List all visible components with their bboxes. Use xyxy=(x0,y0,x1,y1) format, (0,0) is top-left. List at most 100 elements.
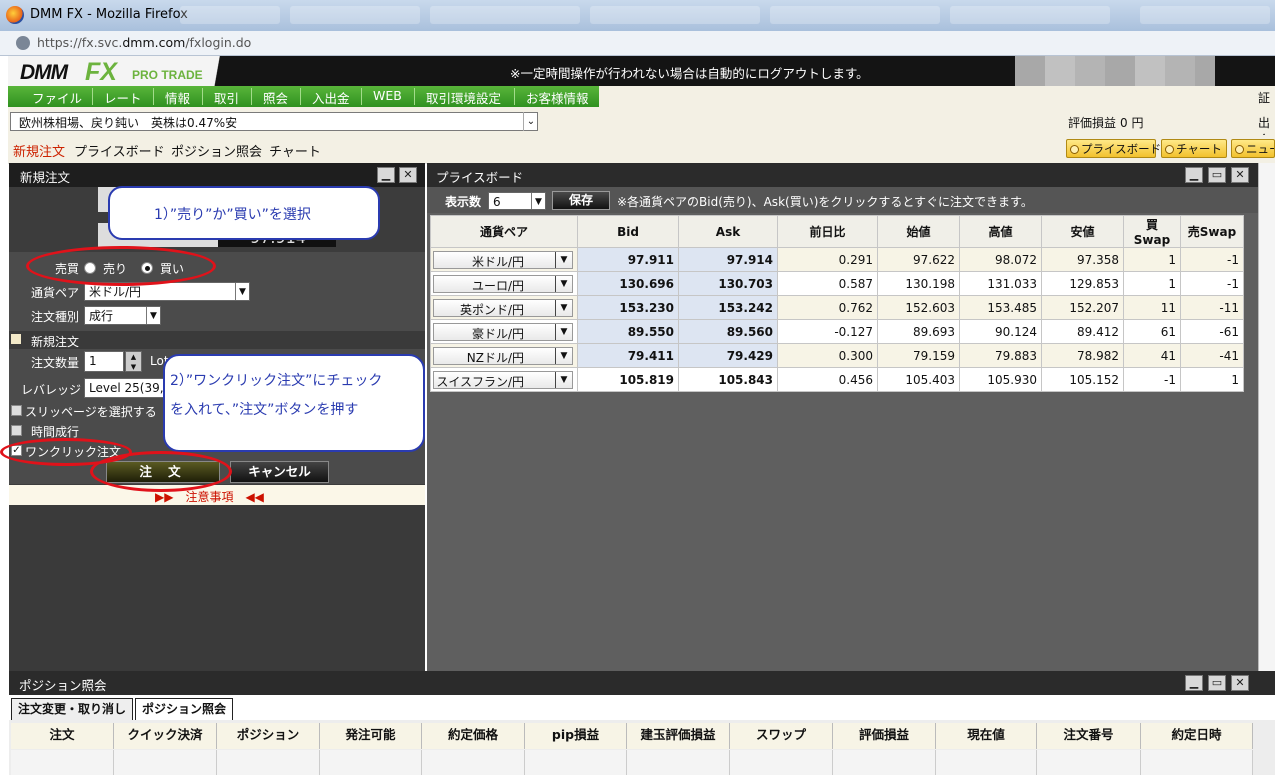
maximize-icon[interactable]: ▭ xyxy=(1208,167,1226,183)
menu-trade[interactable]: 取引 xyxy=(214,88,239,107)
pos-col-swap: スワップ xyxy=(730,723,833,749)
buy-swap-cell: 41 xyxy=(1123,343,1181,368)
pair-select[interactable]: 米ドル/円 ▼ xyxy=(433,250,573,269)
ask-cell[interactable]: 97.914 xyxy=(678,247,778,272)
section-marker xyxy=(11,334,21,344)
news-headline[interactable]: 欧州株相場、戻り鈍い 英株は0.47%安 xyxy=(19,114,237,131)
bid-cell[interactable]: 105.819 xyxy=(577,367,679,392)
browser-tab[interactable] xyxy=(430,6,580,24)
url-text[interactable]: https://fx.svc.dmm.com/fxlogin.do xyxy=(37,35,251,50)
col-pair: 通貨ペア xyxy=(430,215,578,248)
chevron-down-icon: ▼ xyxy=(555,275,572,292)
bid-cell[interactable]: 89.550 xyxy=(577,319,679,344)
menu-customer-info[interactable]: お客様情報 xyxy=(526,88,589,107)
buy-swap-cell: 11 xyxy=(1123,295,1181,320)
col-sell-swap: 売Swap xyxy=(1180,215,1244,248)
maximize-icon[interactable]: ▭ xyxy=(1208,675,1226,691)
col-change: 前日比 xyxy=(777,215,878,248)
quick-news-button[interactable]: ニュー xyxy=(1231,139,1275,158)
play-icon xyxy=(1235,145,1244,154)
pair-name: ユーロ/円 xyxy=(471,278,524,293)
browser-tab[interactable] xyxy=(770,6,940,24)
ask-cell[interactable]: 130.703 xyxy=(678,271,778,296)
pair-cell: スイスフラン/円 ▼ xyxy=(430,367,578,392)
quick-chart-button[interactable]: チャート xyxy=(1161,139,1227,158)
order-type-select[interactable]: 成行 ▼ xyxy=(84,306,161,325)
pair-select[interactable]: 英ポンド/円 ▼ xyxy=(433,298,573,317)
open-cell: 152.603 xyxy=(877,295,960,320)
menu-rate[interactable]: レート xyxy=(104,88,142,107)
pos-col-quick-close: クイック決済 xyxy=(114,723,217,749)
callout-step-2-line2: を入れて、”注文”ボタンを押す xyxy=(170,402,359,418)
ask-cell[interactable]: 153.242 xyxy=(678,295,778,320)
bid-cell[interactable]: 130.696 xyxy=(577,271,679,296)
ask-cell[interactable]: 79.429 xyxy=(678,343,778,368)
minimize-icon[interactable]: ▁ xyxy=(1185,675,1203,691)
pair-select[interactable]: NZドル/円 ▼ xyxy=(433,346,573,365)
ask-cell[interactable]: 105.843 xyxy=(678,367,778,392)
pos-col-position: ポジション xyxy=(217,723,320,749)
highlight-order-button xyxy=(90,451,232,492)
browser-tab[interactable] xyxy=(290,6,420,24)
pair-name: スイスフラン/円 xyxy=(436,374,524,389)
menu-separator xyxy=(300,88,301,105)
minimize-icon[interactable]: ▁ xyxy=(377,167,395,183)
bid-cell[interactable]: 79.411 xyxy=(577,343,679,368)
menu-trade-settings[interactable]: 取引環境設定 xyxy=(426,88,501,107)
sell-swap-cell: -41 xyxy=(1180,343,1244,368)
tab-new-order[interactable]: 新規注文 xyxy=(13,141,65,160)
tab-chart[interactable]: チャート xyxy=(269,141,321,160)
price-board-title: プライスボード xyxy=(436,170,524,185)
time-market-checkbox[interactable] xyxy=(11,425,22,436)
pair-select[interactable]: 豪ドル/円 ▼ xyxy=(433,322,573,341)
browser-tab[interactable] xyxy=(590,6,760,24)
minimize-icon[interactable]: ▁ xyxy=(1185,167,1203,183)
low-cell: 78.982 xyxy=(1041,343,1124,368)
close-icon[interactable]: ✕ xyxy=(1231,675,1249,691)
menu-inquiry[interactable]: 照会 xyxy=(263,88,288,107)
tab-price-board[interactable]: プライスボード xyxy=(74,141,165,160)
pos-empty-cell xyxy=(422,750,525,775)
pair-select[interactable]: ユーロ/円 ▼ xyxy=(433,274,573,293)
close-icon[interactable]: ✕ xyxy=(399,167,417,183)
save-button[interactable]: 保存 xyxy=(552,191,610,210)
tab-positions[interactable]: ポジション照会 xyxy=(135,698,234,720)
chevron-down-icon[interactable]: ⌄ xyxy=(523,112,538,131)
high-cell: 90.124 xyxy=(959,319,1042,344)
tab-position-inquiry[interactable]: ポジション照会 xyxy=(171,141,262,160)
quick-price-board-button[interactable]: プライスボード xyxy=(1066,139,1161,158)
menu-file[interactable]: ファイル xyxy=(32,88,82,107)
low-cell: 89.412 xyxy=(1041,319,1124,344)
menu-deposit[interactable]: 入出金 xyxy=(312,88,350,107)
chevron-down-icon: ▼ xyxy=(235,283,249,300)
display-count-select[interactable]: 6 ▼ xyxy=(488,192,546,210)
qty-stepper[interactable]: ▲ ▼ xyxy=(125,351,142,372)
browser-tab[interactable] xyxy=(950,6,1110,24)
qty-input[interactable]: 1 xyxy=(84,351,124,372)
close-icon[interactable]: ✕ xyxy=(1231,167,1249,183)
sell-swap-cell: -1 xyxy=(1180,271,1244,296)
pair-select[interactable]: スイスフラン/円 ▼ xyxy=(433,370,573,389)
browser-tab[interactable] xyxy=(180,6,280,24)
position-panel-title: ポジション照会 xyxy=(19,678,107,693)
slippage-checkbox[interactable] xyxy=(11,405,22,416)
bid-cell[interactable]: 97.911 xyxy=(577,247,679,272)
display-count-value: 6 xyxy=(493,195,501,209)
browser-tab[interactable] xyxy=(1140,6,1270,24)
menu-web[interactable]: WEB xyxy=(373,88,402,103)
cancel-button[interactable]: キャンセル xyxy=(230,461,329,483)
pos-col-order: 注文 xyxy=(11,723,114,749)
menu-info[interactable]: 情報 xyxy=(165,88,190,107)
chevron-down-icon: ▼ xyxy=(555,251,572,268)
table-row: 米ドル/円 ▼ 97.911 97.914 0.291 97.622 98.072… xyxy=(430,247,1244,272)
ask-cell[interactable]: 89.560 xyxy=(678,319,778,344)
table-row: 英ポンド/円 ▼ 153.230 153.242 0.762 152.603 15… xyxy=(430,295,1244,320)
menu-separator xyxy=(251,88,252,105)
chevron-down-icon: ▼ xyxy=(555,299,572,316)
slippage-label[interactable]: スリッページを選択する xyxy=(25,403,157,420)
col-high: 高値 xyxy=(959,215,1042,248)
tab-modify-cancel[interactable]: 注文変更・取り消し xyxy=(11,698,134,720)
pos-col-eval-pl: 評価損益 xyxy=(833,723,936,749)
site-identity-icon[interactable] xyxy=(16,36,30,50)
bid-cell[interactable]: 153.230 xyxy=(577,295,679,320)
